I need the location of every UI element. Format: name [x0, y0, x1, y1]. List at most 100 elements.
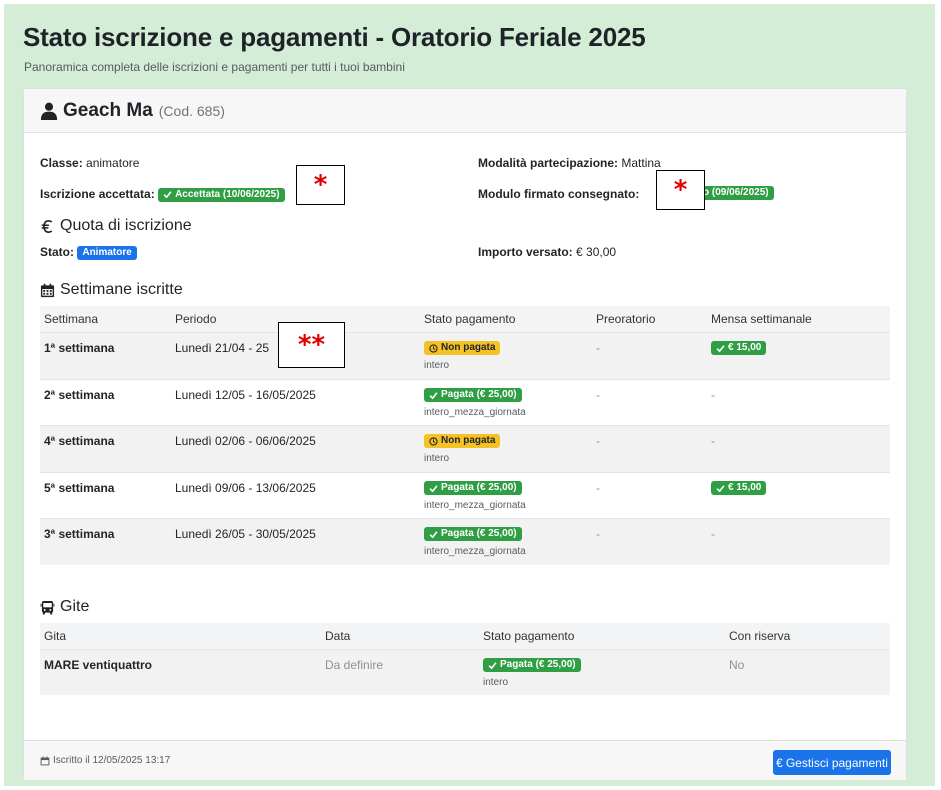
- child-card: Geach Ma (Cod. 685) Classe: animatore Mo…: [23, 88, 907, 780]
- trip-date-cell: Da definire: [321, 648, 479, 695]
- status-badge: Pagata (€ 25,00): [483, 658, 581, 673]
- trip-reserve-cell: No: [725, 648, 890, 695]
- fee-status-badge: Animatore: [77, 245, 137, 260]
- manage-payments-button[interactable]: € Gestisci pagamenti: [773, 750, 891, 775]
- check-icon: [716, 345, 725, 353]
- preoratorio-cell: -: [592, 517, 707, 565]
- payment-detail: intero_mezza_giornata: [424, 546, 526, 558]
- week-cell: 2ª settimana: [40, 378, 171, 425]
- form-badge-text: o (09/06/2025): [703, 187, 769, 198]
- meal-cell: € 15,00: [707, 331, 890, 379]
- payment-status-cell: Pagata (€ 25,00) intero_mezza_giornata: [420, 517, 592, 565]
- column-header: Gita: [40, 623, 321, 649]
- check-icon: [716, 485, 725, 493]
- accepted-label: Iscrizione accettata:: [40, 187, 155, 201]
- payment-detail: intero_mezza_giornata: [424, 500, 526, 512]
- meal-badge: € 15,00: [711, 481, 767, 496]
- meal-badge: € 15,00: [711, 341, 767, 356]
- table-row: 3ª settimana Lunedì 26/05 - 30/05/2025 P…: [40, 517, 890, 565]
- table-row: 1ª settimana Lunedì 21/04 - 25 Non pagat…: [40, 331, 890, 379]
- accepted-badge: Accettata (10/06/2025): [158, 187, 285, 202]
- weeks-table-header: Settimana Periodo Stato pagamento Preora…: [40, 306, 890, 332]
- redaction-box: *: [296, 165, 345, 205]
- period-cell: Lunedì 02/06 - 06/06/2025: [171, 424, 420, 472]
- meal-cell: -: [707, 424, 890, 472]
- calendar-icon: [40, 756, 50, 765]
- meal-badge-text: € 15,00: [728, 342, 762, 354]
- card-header: Geach Ma (Cod. 685): [24, 89, 906, 133]
- payment-detail: intero: [483, 677, 509, 689]
- trips-table-header: Gita Data Stato pagamento Con riserva: [40, 623, 890, 649]
- child-code: (Cod. 685): [158, 102, 225, 119]
- preoratorio-cell: -: [592, 471, 707, 518]
- check-icon: [163, 191, 172, 199]
- check-icon: [429, 531, 438, 539]
- week-cell: 5ª settimana: [40, 471, 171, 518]
- trips-title: Gite: [60, 598, 90, 615]
- registration-info: Iscritto il 12/05/2025 13:17: [40, 755, 170, 766]
- payment-status-cell: Pagata (€ 25,00) intero_mezza_giornata: [420, 471, 592, 518]
- week-cell: 4ª settimana: [40, 424, 171, 472]
- status-badge: Pagata (€ 25,00): [424, 388, 522, 403]
- table-row: 4ª settimana Lunedì 02/06 - 06/06/2025 N…: [40, 424, 890, 472]
- column-header: Settimana: [40, 306, 171, 332]
- payment-detail: intero: [424, 360, 450, 372]
- period-cell: Lunedì 12/05 - 16/05/2025: [171, 378, 420, 425]
- class-value: animatore: [86, 156, 140, 170]
- table-row: MARE ventiquattro Da definire Pagata (€ …: [40, 648, 890, 695]
- redaction-mark: *: [673, 175, 688, 205]
- mode-value: Mattina: [621, 156, 661, 170]
- meal-cell: € 15,00: [707, 471, 890, 518]
- period-cell: Lunedì 26/05 - 30/05/2025: [171, 517, 420, 565]
- column-header: Preoratorio: [592, 306, 707, 332]
- fee-title: Quota di iscrizione: [60, 217, 192, 234]
- column-header: Data: [321, 623, 479, 649]
- user-icon: [40, 102, 58, 120]
- fee-status-row: Stato: Animatore: [40, 245, 137, 260]
- clock-icon: [429, 437, 438, 446]
- form-badge: o (09/06/2025): [698, 186, 774, 200]
- mode-label: Modalità partecipazione:: [478, 156, 619, 170]
- trip-name-cell: MARE ventiquattro: [40, 648, 321, 695]
- class-label: Classe:: [40, 156, 83, 170]
- status-badge-text: Pagata (€ 25,00): [441, 482, 517, 494]
- column-header: Con riserva: [725, 623, 890, 649]
- form-label: Modulo firmato consegnato:: [478, 187, 640, 201]
- status-badge-text: Pagata (€ 25,00): [500, 659, 576, 671]
- preoratorio-cell: -: [592, 331, 707, 379]
- fee-paid-label: Importo versato:: [478, 245, 573, 259]
- status-badge-text: Pagata (€ 25,00): [441, 528, 517, 540]
- class-row: Classe: animatore: [40, 156, 139, 170]
- column-header: Stato pagamento: [479, 623, 725, 649]
- trips-table: Gita Data Stato pagamento Con riserva MA…: [40, 623, 890, 695]
- status-badge: Pagata (€ 25,00): [424, 527, 522, 542]
- payment-status-cell: Non pagata intero: [420, 331, 592, 379]
- weeks-table: Settimana Periodo Stato pagamento Preora…: [40, 306, 890, 565]
- euro-icon: [41, 219, 53, 233]
- registration-date: Iscritto il 12/05/2025 13:17: [53, 755, 171, 766]
- bus-icon: [40, 600, 55, 614]
- child-name: Geach Ma: [63, 99, 153, 121]
- fee-paid-row: Importo versato: € 30,00: [478, 245, 616, 259]
- weeks-section-title: Settimane iscritte: [40, 281, 183, 299]
- week-cell: 1ª settimana: [40, 331, 171, 379]
- page-background: Stato iscrizione e pagamenti - Oratorio …: [4, 4, 935, 786]
- check-icon: [429, 485, 438, 493]
- page-title: Stato iscrizione e pagamenti - Oratorio …: [23, 22, 646, 52]
- payment-status-cell: Pagata (€ 25,00) intero: [479, 648, 725, 695]
- status-badge: Pagata (€ 25,00): [424, 481, 522, 496]
- period-cell: Lunedì 09/06 - 13/06/2025: [171, 471, 420, 518]
- table-row: 2ª settimana Lunedì 12/05 - 16/05/2025 P…: [40, 378, 890, 425]
- mode-row: Modalità partecipazione: Mattina: [478, 156, 661, 170]
- euro-icon: €: [776, 755, 783, 770]
- weeks-title: Settimane iscritte: [60, 281, 183, 298]
- payment-detail: intero: [424, 453, 450, 465]
- payment-status-cell: Non pagata intero: [420, 424, 592, 472]
- meal-badge-text: € 15,00: [728, 482, 762, 494]
- status-badge: Non pagata: [424, 434, 501, 449]
- column-header: Stato pagamento: [420, 306, 592, 332]
- trips-section-title: Gite: [40, 598, 89, 616]
- form-row: Modulo firmato consegnato:: [478, 187, 639, 201]
- redaction-box: *: [656, 170, 705, 210]
- accepted-row: Iscrizione accettata: Accettata (10/06/2…: [40, 187, 285, 202]
